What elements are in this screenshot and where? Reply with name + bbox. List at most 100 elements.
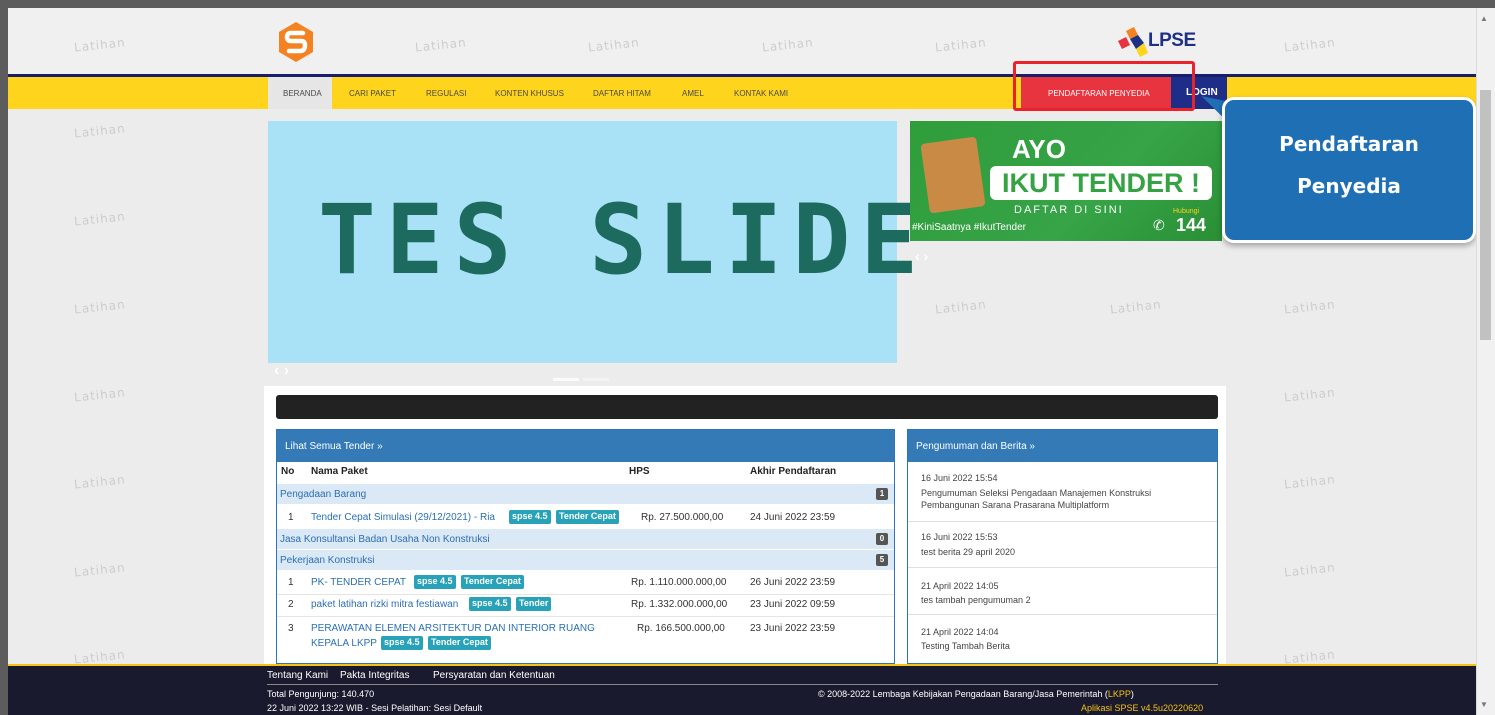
tag-method: Tender Cepat (428, 636, 491, 650)
tender-link[interactable]: PERAWATAN ELEMEN ARSITEKTUR DAN INTERIOR… (311, 623, 595, 634)
slider-arrows[interactable]: ‹ › (274, 362, 289, 380)
category-count: 5 (876, 554, 888, 566)
row-hps: Rp. 1.110.000.000,00 (631, 577, 727, 588)
scroll-up-icon[interactable]: ▲ (1480, 14, 1488, 23)
tender-panel-header[interactable]: Lihat Semua Tender » (277, 430, 894, 462)
slider-dot[interactable] (583, 378, 609, 381)
category-label[interactable]: Pengadaan Barang (280, 489, 366, 500)
row-number: 1 (288, 577, 294, 588)
tender-link[interactable]: PK- TENDER CEPAT (311, 577, 406, 588)
callout-line-1: Pendaftaran (1279, 132, 1419, 156)
watermark: Latihan (73, 385, 127, 405)
slider-dots[interactable] (553, 372, 613, 384)
col-nama-paket: Nama Paket (311, 466, 368, 477)
col-hps: HPS (629, 466, 650, 477)
slide-text: TES SLIDE (318, 184, 929, 296)
banner-hashtags: #KiniSaatnya #IkutTender (912, 222, 1026, 233)
row-divider (277, 594, 894, 595)
category-label[interactable]: Pekerjaan Konstruksi (280, 555, 375, 566)
watermark: Latihan (73, 297, 127, 317)
tag-method: Tender (516, 597, 552, 611)
copyright-lkpp-link[interactable]: LKPP (1108, 689, 1131, 699)
news-divider (908, 614, 1217, 615)
banner-ikut-tender: IKUT TENDER ! (1002, 168, 1200, 198)
window-top-border (0, 0, 1495, 8)
tender-link[interactable]: paket latihan rizki mitra festiawan (311, 599, 458, 610)
footer-link-persyaratan[interactable]: Persyaratan dan Ketentuan (433, 670, 555, 681)
news-title[interactable]: Testing Tambah Berita (921, 640, 1211, 652)
category-row[interactable] (277, 484, 894, 504)
session-info: 22 Juni 2022 13:22 WIB - Sesi Pelatihan:… (267, 703, 483, 713)
watermark: Latihan (934, 297, 988, 317)
scrollbar-thumb[interactable] (1480, 90, 1491, 340)
tag-spse: spse 4.5 (381, 636, 423, 650)
news-date: 16 Juni 2022 15:54 (921, 473, 998, 483)
tag-method: Tender Cepat (556, 510, 619, 524)
watermark: Latihan (1283, 472, 1337, 492)
copyright-prefix: © 2008-2022 Lembaga Kebijakan Pengadaan … (818, 689, 1108, 699)
watermark: Latihan (1283, 297, 1337, 317)
row-hps: Rp. 1.332.000.000,00 (631, 599, 728, 610)
row-number: 1 (288, 512, 294, 523)
row-hps: Rp. 166.500.000,00 (637, 623, 725, 634)
banner-hubungi: Hubungi (1173, 208, 1200, 215)
footer-divider (267, 684, 1218, 685)
news-title[interactable]: tes tambah pengumuman 2 (921, 594, 1211, 606)
category-count: 0 (876, 533, 888, 545)
watermark: Latihan (1283, 385, 1337, 405)
row-hps: Rp. 27.500.000,00 (641, 512, 724, 523)
news-date: 21 April 2022 14:05 (921, 581, 999, 591)
watermark: Latihan (73, 209, 127, 229)
nav-beranda[interactable]: BERANDA (283, 89, 322, 98)
nav-regulasi[interactable]: REGULASI (426, 89, 466, 98)
callout-text: Pendaftaran Penyedia (1222, 123, 1476, 207)
nav-cari-paket[interactable]: CARI PAKET (349, 89, 396, 98)
news-title[interactable]: Pengumuman Seleksi Pengadaan Manajemen K… (921, 487, 1211, 511)
tag-method: Tender Cepat (461, 575, 524, 589)
watermark: Latihan (1109, 297, 1163, 317)
banner-phone-number: 144 (1176, 215, 1207, 235)
tender-link-line-2[interactable]: KEPALA LKPP (311, 638, 377, 649)
register-highlight-box (1013, 61, 1195, 111)
spse-logo-icon[interactable] (278, 22, 314, 62)
copyright-suffix: ) (1130, 689, 1134, 699)
footer-accent-line (8, 664, 1476, 666)
watermark: Latihan (73, 472, 127, 492)
category-count: 1 (876, 488, 888, 500)
lpse-logo-text: LPSE (1148, 30, 1196, 51)
footer-link-tentang[interactable]: Tentang Kami (267, 670, 328, 681)
watermark: Latihan (1283, 560, 1337, 580)
banner-arrows[interactable]: ‹ › (915, 248, 928, 264)
row-number: 3 (288, 623, 294, 634)
banner-ayo: AYO (1012, 134, 1066, 164)
category-label[interactable]: Jasa Konsultansi Badan Usaha Non Konstru… (280, 534, 490, 545)
row-deadline: 23 Juni 2022 23:59 (750, 623, 836, 634)
visitor-count: Total Pengunjung: 140.470 (267, 689, 375, 699)
news-title[interactable]: test berita 29 april 2020 (921, 546, 1211, 558)
news-date: 21 April 2022 14:04 (921, 627, 999, 637)
tender-link[interactable]: Tender Cepat Simulasi (29/12/2021) - Ria (311, 512, 495, 523)
nav-konten-khusus[interactable]: KONTEN KHUSUS (495, 89, 564, 98)
slider-dot[interactable] (553, 378, 579, 381)
site-header (8, 8, 1476, 74)
row-deadline: 23 Juni 2022 09:59 (750, 599, 836, 610)
nav-amel[interactable]: AMEL (682, 89, 704, 98)
nav-kontak-kami[interactable]: KONTAK KAMI (734, 89, 788, 98)
news-divider (908, 567, 1217, 568)
scroll-down-icon[interactable]: ▼ (1480, 700, 1488, 709)
row-deadline: 26 Juni 2022 23:59 (750, 577, 836, 588)
col-akhir-pendaftaran: Akhir Pendaftaran (750, 466, 837, 477)
banner-daftar: DAFTAR DI SINI (1014, 204, 1124, 216)
tag-spse: spse 4.5 (414, 575, 456, 589)
announcement-bar (276, 395, 1218, 419)
footer-link-pakta[interactable]: Pakta Integritas (340, 670, 409, 681)
col-no: No (281, 466, 295, 477)
nav-daftar-hitam[interactable]: DAFTAR HITAM (593, 89, 651, 98)
news-panel-header[interactable]: Pengumuman dan Berita » (908, 430, 1217, 462)
row-divider (277, 616, 894, 617)
row-number: 2 (288, 599, 294, 610)
window-left-border (0, 0, 8, 715)
app-version: Aplikasi SPSE v4.5u20220620 (1081, 703, 1204, 713)
phone-icon: ✆ (1153, 217, 1165, 233)
callout-line-2: Penyedia (1297, 174, 1401, 198)
